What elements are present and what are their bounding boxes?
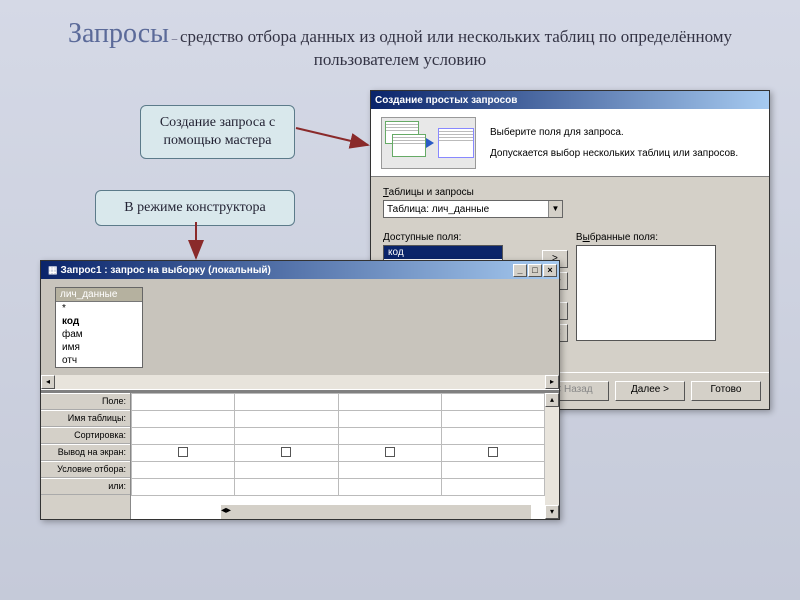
show-checkbox-cell[interactable] — [441, 445, 544, 462]
tables-combo[interactable]: ▼ — [383, 200, 563, 218]
show-checkbox-cell[interactable] — [338, 445, 441, 462]
designer-titlebar[interactable]: ▦ Запрос1 : запрос на выборку (локальный… — [41, 261, 559, 279]
designer-grid-pane: Поле: Имя таблицы: Сортировка: Вывод на … — [41, 393, 559, 519]
heading-rest: средство отбора данных из одной или неск… — [180, 27, 732, 69]
designer-window: ▦ Запрос1 : запрос на выборку (локальный… — [40, 260, 560, 520]
field-item[interactable]: отч — [56, 354, 142, 367]
designer-title: Запрос1 : запрос на выборку (локальный) — [60, 265, 513, 276]
wizard-title: Создание простых запросов — [375, 95, 769, 106]
scroll-right-icon[interactable]: ▸ — [226, 505, 231, 519]
scroll-up-icon[interactable]: ▴ — [545, 393, 559, 407]
wizard-titlebar[interactable]: Создание простых запросов — [371, 91, 769, 109]
scroll-right-icon[interactable]: ▸ — [545, 375, 559, 389]
row-label-table: Имя таблицы: — [41, 410, 130, 427]
heading-dash: – — [169, 33, 180, 45]
field-item[interactable]: имя — [56, 341, 142, 354]
grid-row-labels: Поле: Имя таблицы: Сортировка: Вывод на … — [41, 393, 131, 519]
close-button[interactable]: × — [543, 264, 557, 277]
field-item[interactable]: фам — [56, 328, 142, 341]
query-icon: ▦ — [48, 265, 57, 276]
tables-combo-input[interactable] — [384, 201, 548, 217]
list-item[interactable]: код — [384, 246, 502, 259]
minimize-button[interactable]: _ — [513, 264, 527, 277]
row-label-criteria: Условие отбора: — [41, 461, 130, 478]
row-label-show: Вывод на экран: — [41, 444, 130, 461]
wizard-instruction-2: Допускается выбор нескольких таблиц или … — [490, 146, 759, 161]
label-tables-queries: ТТаблицы и запросыаблицы и запросы — [383, 187, 757, 198]
show-checkbox-cell[interactable] — [132, 445, 235, 462]
wizard-pictogram — [381, 117, 476, 169]
dropdown-arrow-icon[interactable]: ▼ — [548, 201, 562, 217]
page-heading: Запросы – средство отбора данных из одно… — [0, 0, 800, 80]
wizard-header: Выберите поля для запроса. Допускается в… — [371, 109, 769, 177]
next-button[interactable]: Далее > — [615, 381, 685, 401]
callout-designer: В режиме конструктора — [95, 190, 295, 226]
maximize-button[interactable]: □ — [528, 264, 542, 277]
row-label-sort: Сортировка: — [41, 427, 130, 444]
heading-term: Запросы — [68, 18, 169, 49]
designer-diagram-pane[interactable]: лич_данные * код фам имя отч ◂ ▸ — [41, 279, 559, 389]
grid-vscrollbar[interactable]: ▴ ▾ — [545, 393, 559, 519]
row-label-or: или: — [41, 478, 130, 495]
table-field-list[interactable]: лич_данные * код фам имя отч — [55, 287, 143, 368]
show-checkbox-cell[interactable] — [235, 445, 338, 462]
scroll-down-icon[interactable]: ▾ — [545, 505, 559, 519]
grid-cells[interactable]: ◂ ▸ — [131, 393, 545, 519]
diagram-hscrollbar[interactable]: ◂ ▸ — [41, 375, 559, 389]
table-name-header: лич_данные — [56, 288, 142, 302]
row-label-field: Поле: — [41, 393, 130, 410]
callout-wizard: Создание запроса с помощью мастера — [140, 105, 295, 159]
grid-hscrollbar[interactable]: ◂ ▸ — [221, 505, 531, 519]
field-item[interactable]: * — [56, 302, 142, 315]
label-available-fields: Доступные поля: — [383, 232, 534, 243]
label-selected-fields: Выбранные поля: — [576, 232, 757, 243]
wizard-instruction-1: Выберите поля для запроса. — [490, 125, 759, 140]
scroll-left-icon[interactable]: ◂ — [41, 375, 55, 389]
field-item[interactable]: код — [56, 315, 142, 328]
selected-fields-list[interactable] — [576, 245, 716, 341]
finish-button[interactable]: Готово — [691, 381, 761, 401]
